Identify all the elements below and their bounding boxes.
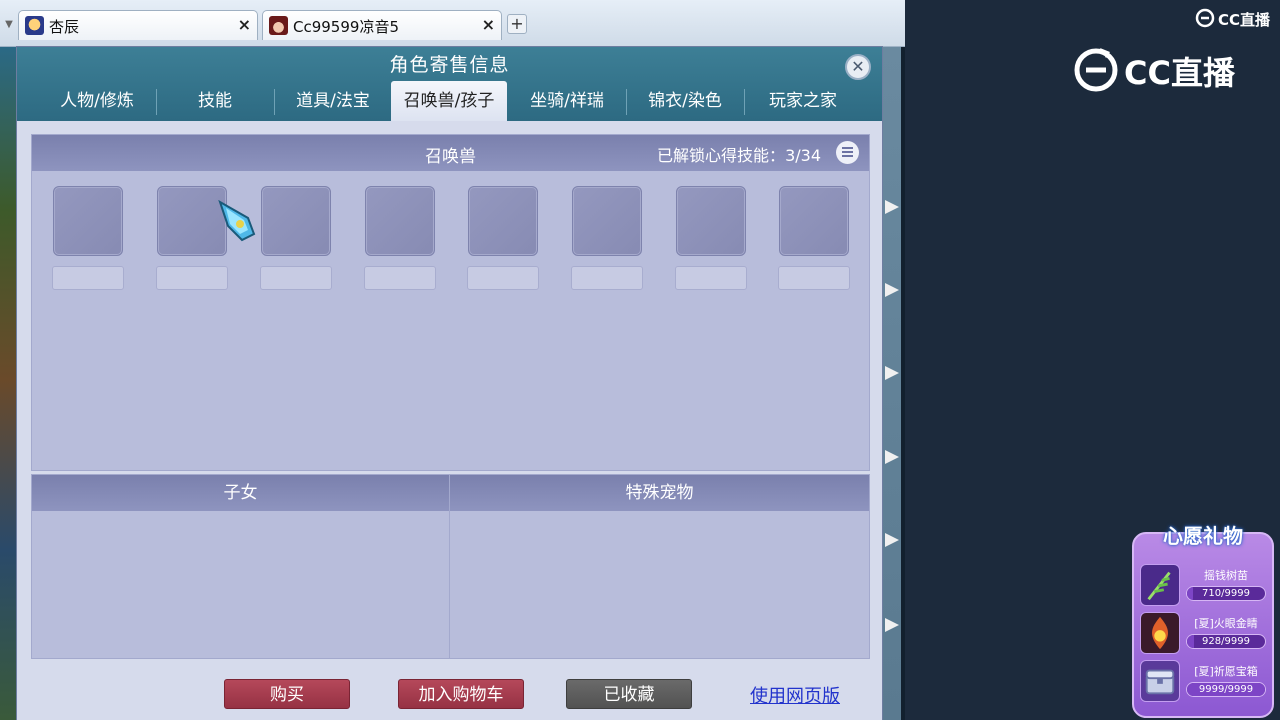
wish-item-name: 摇钱树苗 <box>1204 569 1248 582</box>
new-tab-button[interactable]: + <box>507 14 527 34</box>
pet-slot-label <box>364 266 436 290</box>
buy-button[interactable]: 购买 <box>224 679 350 709</box>
pet-slot[interactable] <box>157 186 227 256</box>
special-pets-panel: 特殊宠物 <box>449 474 870 659</box>
tab-mounts[interactable]: 坐骑/祥瑞 <box>509 81 625 121</box>
pet-slot-label <box>778 266 850 290</box>
money-tree-icon <box>1140 564 1180 606</box>
close-icon[interactable]: ✕ <box>845 54 871 80</box>
list-icon[interactable] <box>836 141 859 164</box>
pet-slot[interactable] <box>53 186 123 256</box>
pet-slot[interactable] <box>365 186 435 256</box>
unlock-label: 已解锁心得技能： <box>657 146 786 165</box>
tab-character[interactable]: 人物/修炼 <box>39 81 155 121</box>
pet-slot[interactable] <box>261 186 331 256</box>
consignment-dialog: 角色寄售信息 ✕ 人物/修炼 技能 道具/法宝 召唤兽/孩子 坐骑/祥瑞 锦衣/… <box>16 46 883 720</box>
cc-logo-icon <box>1074 48 1118 92</box>
favorited-button[interactable]: 已收藏 <box>566 679 692 709</box>
browser-tab-1[interactable]: 杏辰 × <box>18 10 258 40</box>
wish-gift-widget: 心愿礼物 摇钱树苗 710/9999 [夏]火眼金睛 928/9999 [夏]祈… <box>1128 512 1280 720</box>
brand-small: CC直播 <box>1218 11 1271 29</box>
children-panel: 子女 <box>31 474 450 659</box>
pets-panel: 召唤兽 已解锁心得技能：3/34 <box>31 134 870 471</box>
wish-title: 心愿礼物 <box>1163 524 1243 548</box>
pet-slot-label <box>571 266 643 290</box>
tab-skills[interactable]: 技能 <box>157 81 273 121</box>
game-cursor-icon <box>218 200 256 242</box>
unlock-value: 3/34 <box>785 146 821 165</box>
avatar <box>269 16 288 35</box>
game-background-right <box>883 40 901 720</box>
pet-slot[interactable] <box>779 186 849 256</box>
tab-menu-icon[interactable]: ▼ <box>2 14 16 36</box>
wish-item[interactable]: 摇钱树苗 710/9999 <box>1140 564 1266 608</box>
pet-slot-label <box>675 266 747 290</box>
pet-slot[interactable] <box>468 186 538 256</box>
dialog-title: 角色寄售信息 <box>389 54 510 76</box>
close-icon[interactable]: × <box>482 15 495 34</box>
wish-progress-bar: 710/9999 <box>1186 586 1266 601</box>
pet-slot-label <box>156 266 228 290</box>
pet-slot[interactable] <box>676 186 746 256</box>
special-pets-title: 特殊宠物 <box>450 475 869 511</box>
wish-item-name: [夏]祈愿宝箱 <box>1194 665 1258 678</box>
wish-item-count: 9999/9999 <box>1198 684 1254 695</box>
tab-label: 杏辰 <box>49 18 80 36</box>
cc-logo-icon <box>1195 8 1215 28</box>
add-to-cart-button[interactable]: 加入购物车 <box>398 679 524 709</box>
tab-items[interactable]: 道具/法宝 <box>275 81 391 121</box>
browser-tab-2[interactable]: Cc99599凉音5 × <box>262 10 502 40</box>
dialog-content: 召唤兽 已解锁心得技能：3/34 子女 特殊宠物 购买 加入购物车 已收藏 使用… <box>17 121 882 720</box>
pet-slot[interactable] <box>572 186 642 256</box>
brand-large: CC直播 <box>1124 54 1235 92</box>
wish-item-name: [夏]火眼金睛 <box>1194 617 1258 630</box>
wish-progress-bar: 9999/9999 <box>1186 682 1266 697</box>
unlock-status: 已解锁心得技能：3/34 <box>657 142 821 166</box>
close-icon[interactable]: × <box>238 15 251 34</box>
wish-item[interactable]: [夏]祈愿宝箱 9999/9999 <box>1140 660 1266 704</box>
browser-tab-bar: ▼ 杏辰 × Cc99599凉音5 × + <box>0 0 905 47</box>
tab-outfits[interactable]: 锦衣/染色 <box>627 81 743 121</box>
wish-item-count: 710/9999 <box>1202 588 1250 599</box>
pet-slot-label <box>467 266 539 290</box>
wish-item[interactable]: [夏]火眼金睛 928/9999 <box>1140 612 1266 656</box>
tab-player-home[interactable]: 玩家之家 <box>745 81 861 121</box>
pets-header: 召唤兽 已解锁心得技能：3/34 <box>32 135 869 171</box>
wish-progress-bar: 928/9999 <box>1186 634 1266 649</box>
dialog-header: 角色寄售信息 ✕ 人物/修炼 技能 道具/法宝 召唤兽/孩子 坐骑/祥瑞 锦衣/… <box>17 47 882 121</box>
tab-label: Cc99599凉音5 <box>293 18 399 36</box>
game-stream-view: ▼ 杏辰 × Cc99599凉音5 × + 角色寄售信息 ✕ 人物/修炼 技能 … <box>0 0 905 720</box>
wish-item-count: 928/9999 <box>1202 636 1250 647</box>
web-version-link[interactable]: 使用网页版 <box>750 682 840 708</box>
pet-slot-label <box>52 266 124 290</box>
tab-pets-children[interactable]: 召唤兽/孩子 <box>391 81 507 121</box>
treasure-chest-icon <box>1140 660 1180 702</box>
pet-slot-label <box>260 266 332 290</box>
avatar <box>25 16 44 35</box>
fire-eye-icon <box>1140 612 1180 654</box>
children-title: 子女 <box>32 475 449 511</box>
